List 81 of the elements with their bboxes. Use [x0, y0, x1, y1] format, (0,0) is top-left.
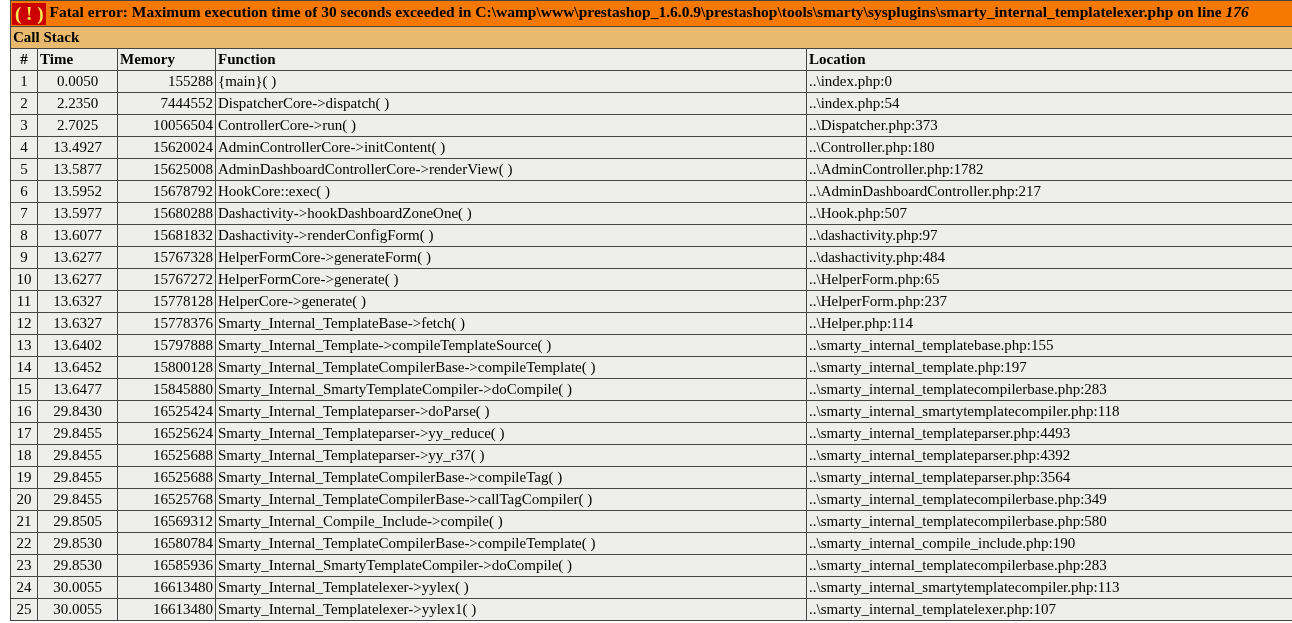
table-cell: 24 — [10, 576, 38, 599]
table-cell: 15 — [10, 378, 38, 401]
table-cell: ..\HelperForm.php:237 — [806, 290, 1292, 313]
table-cell: ..\index.php:0 — [806, 70, 1292, 93]
table-cell: 13 — [10, 334, 38, 357]
table-cell: Smarty_Internal_SmartyTemplateCompiler->doCompile( ) — [215, 554, 807, 577]
table-cell: Smarty_Internal_Templatelexer->yylex( ) — [215, 576, 807, 599]
table-cell: Smarty_Internal_TemplateCompilerBase->compileTemplate( ) — [215, 356, 807, 379]
table-cell: ..\smarty_internal_templatecompilerbase.php:283 — [806, 554, 1292, 577]
table-cell: ..\Helper.php:114 — [806, 312, 1292, 335]
table-cell: ..\smarty_internal_templateparser.php:4493 — [806, 422, 1292, 445]
table-cell: Smarty_Internal_Templateparser->yy_reduce( ) — [215, 422, 807, 445]
table-cell: AdminDashboardControllerCore->renderView( ) — [215, 158, 807, 181]
table-cell: 7 — [10, 202, 38, 225]
table-cell: ..\Controller.php:180 — [806, 136, 1292, 159]
table-cell: 14 — [10, 356, 38, 379]
table-cell: Smarty_Internal_TemplateBase->fetch( ) — [215, 312, 807, 335]
table-cell: ..\smarty_internal_templatecompilerbase.php:349 — [806, 488, 1292, 511]
table-cell: 12 — [10, 312, 38, 335]
table-cell: ..\index.php:54 — [806, 92, 1292, 115]
table-cell: HelperCore->generate( ) — [215, 290, 807, 313]
table-cell: 23 — [10, 554, 38, 577]
table-cell: 3 — [10, 114, 38, 137]
table-cell: ..\smarty_internal_templatecompilerbase.php:580 — [806, 510, 1292, 533]
table-cell: Smarty_Internal_SmartyTemplateCompiler->doCompile( ) — [215, 378, 807, 401]
table-cell: ..\Dispatcher.php:373 — [806, 114, 1292, 137]
table-cell: Smarty_Internal_Templatelexer->yylex1( ) — [215, 598, 807, 621]
table-cell: AdminControllerCore->initContent( ) — [215, 136, 807, 159]
table-cell: ..\HelperForm.php:65 — [806, 268, 1292, 291]
table-cell: Smarty_Internal_TemplateCompilerBase->callTagCompiler( ) — [215, 488, 807, 511]
table-cell: ..\smarty_internal_templatecompilerbase.php:283 — [806, 378, 1292, 401]
table-cell: 1 — [10, 70, 38, 93]
table-cell: DispatcherCore->dispatch( ) — [215, 92, 807, 115]
table-cell: 20 — [10, 488, 38, 511]
table-cell: ..\smarty_internal_templatebase.php:155 — [806, 334, 1292, 357]
table-cell: ..\smarty_internal_templateparser.php:3564 — [806, 466, 1292, 489]
table-cell: ..\dashactivity.php:97 — [806, 224, 1292, 247]
table-cell: ..\dashactivity.php:484 — [806, 246, 1292, 269]
table-cell: 25 — [10, 598, 38, 621]
error-message: Fatal error: Maximum execution time of 30 seconds exceeded in C:\wamp\www\prestashop_1.6.0.9\prestashop\tools\smarty\sysplugins\smarty_internal_templatelexer.php on line 176 — [49, 3, 1249, 21]
table-cell: Dashactivity->hookDashboardZoneOne( ) — [215, 202, 807, 225]
table-cell: 19 — [10, 466, 38, 489]
table-cell: ControllerCore->run( ) — [215, 114, 807, 137]
table-cell: ..\AdminDashboardController.php:217 — [806, 180, 1292, 203]
table-cell: 16 — [10, 400, 38, 423]
table-cell: Smarty_Internal_TemplateCompilerBase->compileTemplate( ) — [215, 532, 807, 555]
table-cell: Smarty_Internal_Templateparser->doParse( ) — [215, 400, 807, 423]
table-cell: Dashactivity->renderConfigForm( ) — [215, 224, 807, 247]
table-cell: 22 — [10, 532, 38, 555]
table-cell: ..\smarty_internal_smartytemplatecompiler.php:118 — [806, 400, 1292, 423]
table-cell: 17 — [10, 422, 38, 445]
table-cell: ..\smarty_internal_smartytemplatecompiler.php:113 — [806, 576, 1292, 599]
table-cell: Smarty_Internal_Templateparser->yy_r37( ) — [215, 444, 807, 467]
table-cell: 21 — [10, 510, 38, 533]
table-cell: 11 — [10, 290, 38, 313]
table-cell: 5 — [10, 158, 38, 181]
table-cell: 6 — [10, 180, 38, 203]
table-cell: 4 — [10, 136, 38, 159]
table-cell: ..\Hook.php:507 — [806, 202, 1292, 225]
table-cell: Smarty_Internal_Template->compileTemplateSource( ) — [215, 334, 807, 357]
table-cell: ..\smarty_internal_compile_include.php:190 — [806, 532, 1292, 555]
column-header: # — [10, 48, 38, 71]
table-cell: {main}( ) — [215, 70, 807, 93]
table-cell: HelperFormCore->generateForm( ) — [215, 246, 807, 269]
table-cell: 18 — [10, 444, 38, 467]
error-indicator: ( ! ) — [12, 2, 47, 25]
table-cell: HookCore::exec( ) — [215, 180, 807, 203]
table-cell: ..\smarty_internal_templatelexer.php:107 — [806, 598, 1292, 621]
table-cell: 2 — [10, 92, 38, 115]
table-cell: ..\AdminController.php:1782 — [806, 158, 1292, 181]
table-cell: 9 — [10, 246, 38, 269]
table-cell: 8 — [10, 224, 38, 247]
table-cell: Smarty_Internal_TemplateCompilerBase->compileTag( ) — [215, 466, 807, 489]
table-cell: ..\smarty_internal_template.php:197 — [806, 356, 1292, 379]
table-cell: ..\smarty_internal_templateparser.php:4392 — [806, 444, 1292, 467]
column-header: Location — [806, 48, 1292, 71]
column-header: Function — [215, 48, 807, 71]
table-cell: 10 — [10, 268, 38, 291]
table-cell: HelperFormCore->generate( ) — [215, 268, 807, 291]
table-cell: Smarty_Internal_Compile_Include->compile( ) — [215, 510, 807, 533]
section-title: Call Stack — [10, 26, 1292, 49]
